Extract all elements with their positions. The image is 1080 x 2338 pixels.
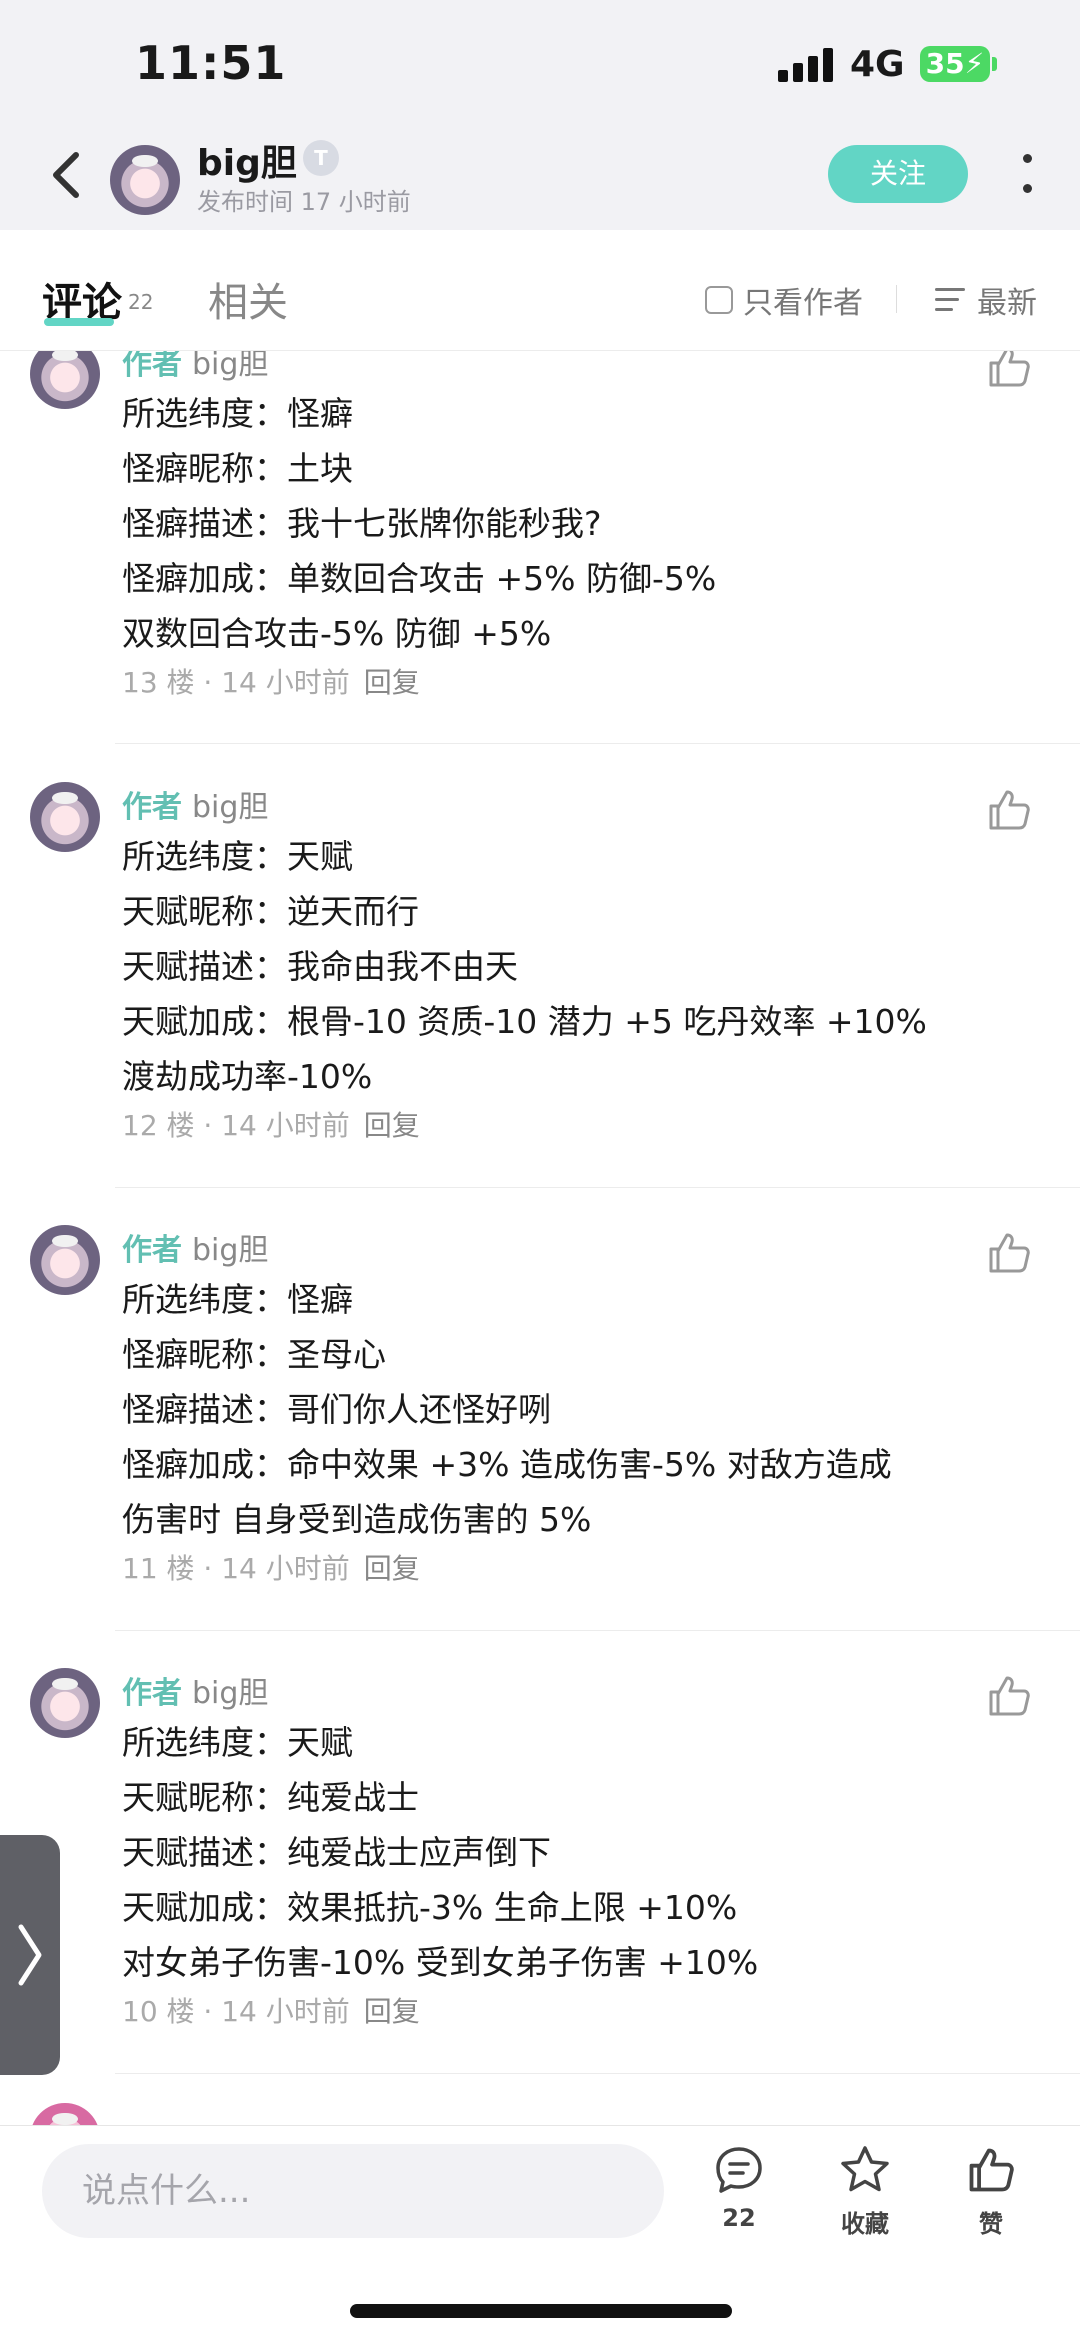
- divider: [115, 1630, 1080, 1631]
- sort-icon: [935, 286, 965, 314]
- comment-text: 所选纬度：天赋 天赋昵称：纯爱战士 天赋描述：纯爱战士应声倒下 天赋加成：效果抵抗-3…: [122, 1723, 759, 1982]
- network-type: 4G: [850, 44, 905, 85]
- checkbox-icon[interactable]: [705, 286, 733, 314]
- floor-time: 13 楼 · 14 小时前: [122, 666, 350, 699]
- comment-footer: 13 楼 · 14 小时前 回复: [122, 661, 420, 701]
- author-tag: 作者: [122, 790, 182, 825]
- commenter-name[interactable]: big胆: [192, 790, 268, 825]
- commenter-avatar[interactable]: [30, 1225, 100, 1295]
- thumbs-up-icon: [969, 2148, 1014, 2192]
- floor-time: 11 楼 · 14 小时前: [122, 1552, 350, 1585]
- like-icon[interactable]: [985, 1229, 1033, 1277]
- sort-button[interactable]: 最新: [935, 278, 1037, 322]
- author-tag: 作者: [122, 351, 182, 382]
- like-label: 赞: [979, 2210, 1003, 2238]
- comment-footer: 11 楼 · 14 小时前 回复: [122, 1547, 420, 1587]
- chevron-left-icon: [53, 152, 79, 198]
- author-name[interactable]: big胆: [197, 134, 297, 186]
- like-icon[interactable]: [985, 351, 1033, 391]
- follow-button[interactable]: 关注: [828, 145, 968, 203]
- like-icon[interactable]: [985, 1672, 1033, 1720]
- commenter-name[interactable]: big胆: [192, 351, 268, 382]
- author-tag: 作者: [122, 1233, 182, 1268]
- reply-button[interactable]: 回复: [364, 1552, 420, 1585]
- reply-button[interactable]: 回复: [364, 666, 420, 699]
- like-button[interactable]: 赞: [941, 2144, 1041, 2254]
- comment-list: 作者 big胆 所选纬度：怪癖 怪癖昵称：土块 怪癖描述：我十七张牌你能秒我? 怪癖加成…: [0, 351, 1080, 2125]
- tab-related[interactable]: 相关: [208, 270, 288, 328]
- favorite-label: 收藏: [841, 2210, 889, 2238]
- tab-bar: 评论 22 相关 只看作者 最新: [0, 230, 1080, 351]
- floor-time: 10 楼 · 14 小时前: [122, 1995, 350, 2028]
- comment-text: 所选纬度：怪癖 怪癖昵称：土块 怪癖描述：我十七张牌你能秒我? 怪癖加成：单数回合攻击…: [122, 394, 717, 653]
- bottom-action-bar: 说点什么... 22 收藏 赞: [0, 2125, 1080, 2338]
- commenter-avatar[interactable]: [30, 351, 100, 409]
- battery-icon: 35⚡: [920, 46, 990, 82]
- clock: 11:51: [135, 36, 287, 90]
- publish-time: 发布时间 17 小时前: [197, 188, 411, 216]
- home-indicator[interactable]: [350, 2304, 732, 2318]
- signal-icon: [778, 48, 836, 82]
- tab-active-indicator: [44, 318, 114, 326]
- reply-button[interactable]: 回复: [364, 1995, 420, 2028]
- comments-count: 22: [722, 2204, 756, 2232]
- chevron-right-icon: [18, 1924, 42, 1986]
- star-icon: [841, 2146, 889, 2192]
- author-tag: 作者: [122, 1676, 182, 1711]
- divider: [115, 743, 1080, 744]
- comment-bubble-icon: [716, 2147, 762, 2193]
- divider: [115, 1187, 1080, 1188]
- level-badge: T: [303, 140, 339, 176]
- favorite-button[interactable]: 收藏: [815, 2144, 915, 2254]
- sort-label: 最新: [977, 286, 1037, 321]
- commenter-name[interactable]: big胆: [192, 1233, 268, 1268]
- only-author-toggle[interactable]: 只看作者: [705, 278, 863, 322]
- more-options-icon[interactable]: [1018, 150, 1038, 200]
- floor-time: 12 楼 · 14 小时前: [122, 1109, 350, 1142]
- comment-text: 所选纬度：怪癖 怪癖昵称：圣母心 怪癖描述：哥们你人还怪好咧 怪癖加成：命中效果 +3…: [122, 1280, 892, 1539]
- status-bar: 11:51 4G 35⚡: [0, 0, 1080, 120]
- comments-button[interactable]: 22: [689, 2144, 789, 2254]
- author-avatar[interactable]: [110, 145, 180, 215]
- commenter-avatar[interactable]: [30, 1668, 100, 1738]
- reply-button[interactable]: 回复: [364, 1109, 420, 1142]
- comment-footer: 12 楼 · 14 小时前 回复: [122, 1104, 420, 1144]
- only-author-label: 只看作者: [743, 286, 863, 321]
- commenter-name[interactable]: big胆: [192, 1676, 268, 1711]
- comments-count-badge: 22: [128, 290, 154, 314]
- side-drawer-handle[interactable]: [0, 1835, 60, 2075]
- back-button[interactable]: [38, 145, 98, 205]
- comment-input[interactable]: 说点什么...: [42, 2144, 664, 2238]
- post-header: big胆 T 发布时间 17 小时前 关注: [0, 120, 1080, 230]
- like-icon[interactable]: [985, 786, 1033, 834]
- commenter-avatar[interactable]: [30, 2103, 100, 2125]
- divider: [115, 2073, 1080, 2074]
- battery-level: 35: [925, 47, 965, 80]
- comment-text: 所选纬度：天赋 天赋昵称：逆天而行 天赋描述：我命由我不由天 天赋加成：根骨-10 资…: [122, 837, 927, 1096]
- commenter-avatar[interactable]: [30, 782, 100, 852]
- comment-footer: 10 楼 · 14 小时前 回复: [122, 1990, 420, 2030]
